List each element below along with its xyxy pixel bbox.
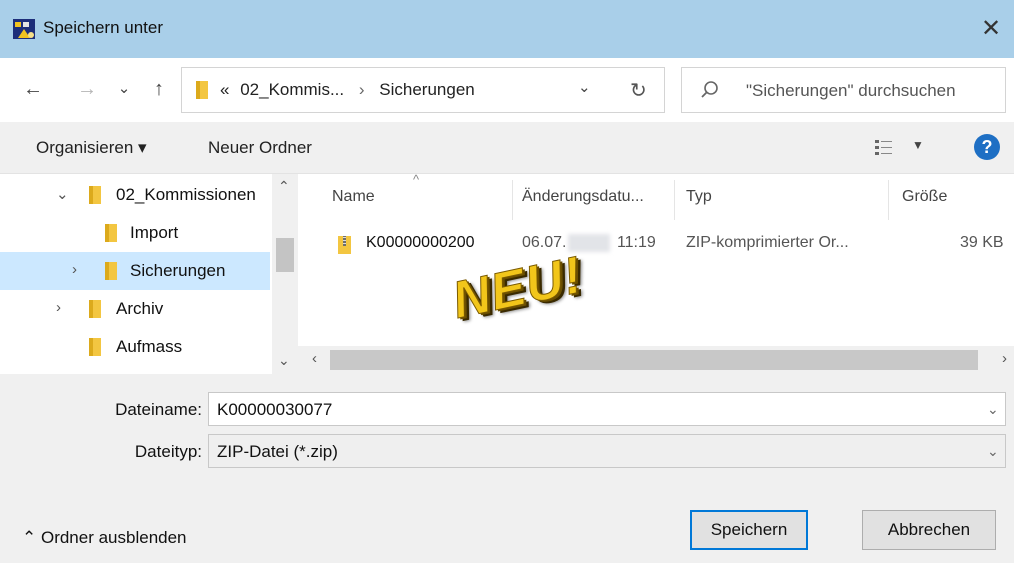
save-button[interactable]: Speichern [690,510,808,550]
command-bar: Organisieren ▾ Neuer Ordner ▼ ? [0,122,1014,174]
recent-locations-button[interactable]: ⌄ [115,75,133,103]
close-button[interactable]: ✕ [976,14,1006,44]
up-button[interactable]: ↑ [148,75,170,103]
search-icon [701,81,718,98]
file-list: ^ Name Änderungsdatu... Typ Größe K00000… [298,174,1014,374]
address-bar[interactable]: « 02_Kommis... › Sicherungen ⌄ ↻ [181,67,665,113]
new-folder-button[interactable]: Neuer Ordner [208,138,312,158]
tree-item-label: Sicherungen [130,261,226,280]
tree-item-02-kommissionen[interactable]: ⌄ 02_Kommissionen [0,176,270,214]
save-as-dialog: Speichern unter ✕ ← → ⌄ ↑ « 02_Kommis...… [0,0,1014,563]
column-header-name[interactable]: Name [332,188,375,206]
tree-vertical-scrollbar[interactable]: ⌃ ⌄ [272,174,298,374]
scroll-left-icon[interactable]: ‹ [312,350,317,367]
scroll-down-icon[interactable]: ⌄ [278,352,290,369]
navigation-bar: ← → ⌄ ↑ « 02_Kommis... › Sicherungen ⌄ ↻… [0,58,1014,122]
filetype-label: Dateityp: [134,442,202,461]
chevron-down-icon: ▼ [912,138,924,152]
tree-item-label: Aufmass [116,337,183,356]
column-divider[interactable] [674,180,675,220]
filename-input[interactable]: K00000030077 ⌄ [208,392,1006,426]
file-date: 06.07. 11:19 [522,234,656,252]
tree-item-label: Import [130,223,179,242]
folder-icon [89,338,101,356]
file-time: 11:19 [616,234,656,252]
filename-value: K00000030077 [217,400,333,419]
scroll-up-icon[interactable]: ⌃ [278,178,290,195]
folder-icon [196,81,208,99]
filetype-value: ZIP-Datei (*.zip) [217,442,338,461]
file-list-horizontal-scrollbar[interactable]: ‹ › [298,346,1014,374]
tree-item-sicherungen[interactable]: › Sicherungen [0,252,270,290]
breadcrumb-separator[interactable]: › [359,80,365,99]
back-button[interactable]: ← [22,75,44,103]
breadcrumb-overflow[interactable]: « [220,80,229,99]
tree-item-label: Archiv [116,299,164,318]
folder-icon [89,300,101,318]
tree-item-import[interactable]: Import [0,214,270,252]
hide-folders-button[interactable]: ⌃ Ordner ausblenden [22,528,187,548]
chevron-right-icon[interactable]: › [72,261,77,278]
column-divider[interactable] [888,180,889,220]
details-view-icon [875,140,892,155]
scroll-right-icon[interactable]: › [1002,350,1007,367]
search-placeholder: "Sicherungen" durchsuchen [746,81,956,100]
file-type: ZIP-komprimierter Or... [686,234,849,251]
address-dropdown-button[interactable]: ⌄ [578,78,591,96]
chevron-right-icon[interactable]: › [56,299,61,316]
column-header-type[interactable]: Typ [686,188,712,206]
breadcrumb-item-kommissionen[interactable]: 02_Kommis... [240,80,344,99]
column-header-size[interactable]: Größe [902,188,947,206]
change-view-button[interactable]: ▼ [874,136,934,160]
save-options-panel: Dateiname: K00000030077 ⌄ Dateityp: ZIP-… [0,374,1014,563]
column-divider[interactable] [512,180,513,220]
file-name: K00000000200 [366,234,475,251]
filename-label: Dateiname: [115,400,202,419]
title-bar: Speichern unter ✕ [0,0,1014,58]
chevron-down-icon[interactable]: ⌄ [987,401,999,418]
search-box[interactable]: "Sicherungen" durchsuchen [681,67,1006,113]
filetype-select[interactable]: ZIP-Datei (*.zip) ⌄ [208,434,1006,468]
help-button[interactable]: ? [974,134,1000,160]
zip-folder-icon [338,236,351,254]
forward-button[interactable]: → [76,75,98,103]
file-size: 39 KB [960,234,1004,251]
folder-icon [89,186,101,204]
chevron-down-icon[interactable]: ⌄ [987,443,999,460]
folder-icon [105,224,117,242]
breadcrumb: « 02_Kommis... › Sicherungen [220,80,475,100]
file-row[interactable]: K00000000200 06.07. 11:19 ZIP-komprimier… [298,226,1014,264]
refresh-button[interactable]: ↻ [630,78,647,103]
app-icon [13,19,35,39]
window-title: Speichern unter [43,18,164,37]
scrollbar-thumb[interactable] [276,238,294,272]
tree-item-aufmass[interactable]: Aufmass [0,328,270,366]
chevron-down-icon[interactable]: ⌄ [56,185,69,203]
tree-item-archiv[interactable]: › Archiv [0,290,270,328]
breadcrumb-item-sicherungen[interactable]: Sicherungen [379,80,474,99]
navigation-pane: ⌄ 02_Kommissionen Import › Sicherungen ›… [0,174,270,374]
sort-ascending-icon: ^ [413,174,420,187]
folder-icon [105,262,117,280]
cancel-button[interactable]: Abbrechen [862,510,996,550]
organize-menu[interactable]: Organisieren ▾ [36,138,147,158]
help-icon: ? [981,137,993,157]
tree-item-label: 02_Kommissionen [116,185,256,204]
column-header-date[interactable]: Änderungsdatu... [522,188,644,206]
close-icon: ✕ [980,15,1002,42]
scrollbar-thumb[interactable] [330,350,978,370]
